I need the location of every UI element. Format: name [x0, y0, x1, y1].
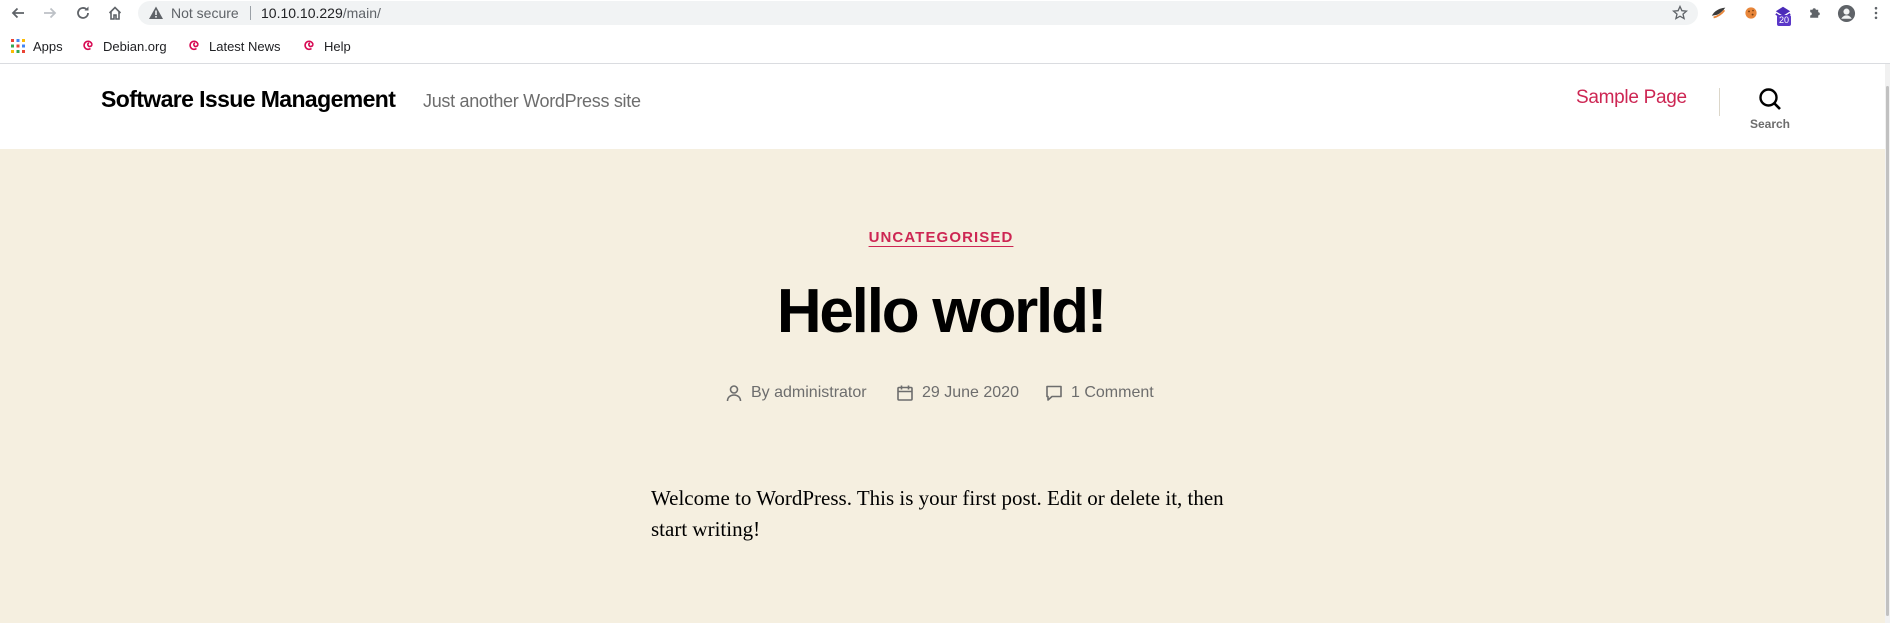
bookmark-label: Debian.org: [103, 38, 167, 54]
category-link[interactable]: UNCATEGORISED: [869, 229, 1014, 246]
search-icon: [1759, 88, 1781, 110]
back-button[interactable]: [7, 2, 29, 24]
site-title-link[interactable]: Software Issue Management: [101, 86, 396, 113]
site-header: Software Issue Management Just another W…: [0, 64, 1890, 149]
extension-burp-icon[interactable]: [1709, 3, 1729, 23]
url-path: /main/: [342, 5, 381, 21]
bookmark-label: Apps: [33, 38, 63, 54]
post-content: Welcome to WordPress. This is your first…: [651, 486, 1224, 542]
profile-avatar-icon[interactable]: [1836, 3, 1856, 23]
browser-menu-button[interactable]: [1866, 3, 1886, 23]
search-toggle-button[interactable]: Search: [1740, 84, 1800, 136]
warning-icon[interactable]: [148, 5, 164, 21]
browser-toolbar: Not secure 10.10.10.229/main/ 20: [0, 0, 1890, 26]
author-link[interactable]: administrator: [774, 384, 866, 401]
post-category: UNCATEGORISED: [0, 229, 1882, 247]
extension-badge: 20: [1777, 15, 1792, 26]
bookmark-debian[interactable]: Debian.org: [81, 37, 167, 55]
not-secure-label[interactable]: Not secure: [171, 5, 239, 21]
comment-icon: [1046, 385, 1062, 401]
reload-icon: [77, 6, 89, 19]
debian-swirl-icon: [83, 40, 93, 51]
apps-grid-icon: [11, 39, 25, 53]
bookmark-label: Help: [324, 38, 351, 54]
omnibox-divider: [250, 6, 251, 20]
extension-cookie-icon[interactable]: [1741, 3, 1761, 23]
debian-swirl-icon: [189, 40, 199, 51]
bookmark-help[interactable]: Help: [302, 37, 351, 55]
url-host: 10.10.10.229: [261, 5, 343, 21]
scrollbar-thumb[interactable]: [1886, 86, 1889, 616]
arrow-left-icon: [11, 7, 24, 19]
user-icon: [726, 385, 742, 402]
url-text[interactable]: 10.10.10.229/main/: [261, 5, 381, 21]
author-prefix: By: [751, 384, 770, 401]
home-icon: [108, 6, 122, 20]
bookmark-latest-news[interactable]: Latest News: [187, 37, 281, 55]
arrow-right-icon: [44, 7, 57, 19]
kebab-menu-icon: [1874, 6, 1878, 20]
address-bar[interactable]: Not secure 10.10.10.229/main/: [138, 1, 1698, 25]
puzzle-piece-glyph: [1810, 8, 1820, 18]
post-author: By administrator: [725, 382, 867, 404]
search-label: Search: [1749, 117, 1791, 131]
home-button[interactable]: [104, 2, 126, 24]
profile-avatar-glyph: [1837, 4, 1855, 22]
header-divider: [1719, 88, 1720, 116]
post-comments: 1 Comment: [1045, 382, 1154, 404]
bookmark-apps[interactable]: Apps: [11, 37, 63, 55]
nav-sample-page[interactable]: Sample Page: [1576, 87, 1687, 109]
post-title[interactable]: Hello world!: [0, 281, 1882, 343]
extensions-puzzle-icon[interactable]: [1805, 3, 1825, 23]
calendar-icon: [897, 385, 913, 401]
extension-cookie-glyph: [1745, 7, 1757, 19]
post-date: 29 June 2020: [896, 382, 1019, 404]
site-tagline: Just another WordPress site: [423, 91, 641, 111]
comments-link[interactable]: 1 Comment: [1071, 384, 1154, 402]
post-article: UNCATEGORISED Hello world! By administra…: [0, 149, 1885, 623]
bookmarks-bar: Apps Debian.org Latest News Help: [0, 34, 1890, 58]
reload-button[interactable]: [72, 2, 94, 24]
bookmark-star-icon[interactable]: [1672, 5, 1688, 21]
debian-swirl-icon: [304, 40, 314, 51]
forward-button[interactable]: [39, 2, 61, 24]
extension-burp-glyph: [1711, 7, 1726, 19]
date-link[interactable]: 29 June 2020: [922, 384, 1019, 402]
bookmark-label: Latest News: [209, 38, 281, 54]
